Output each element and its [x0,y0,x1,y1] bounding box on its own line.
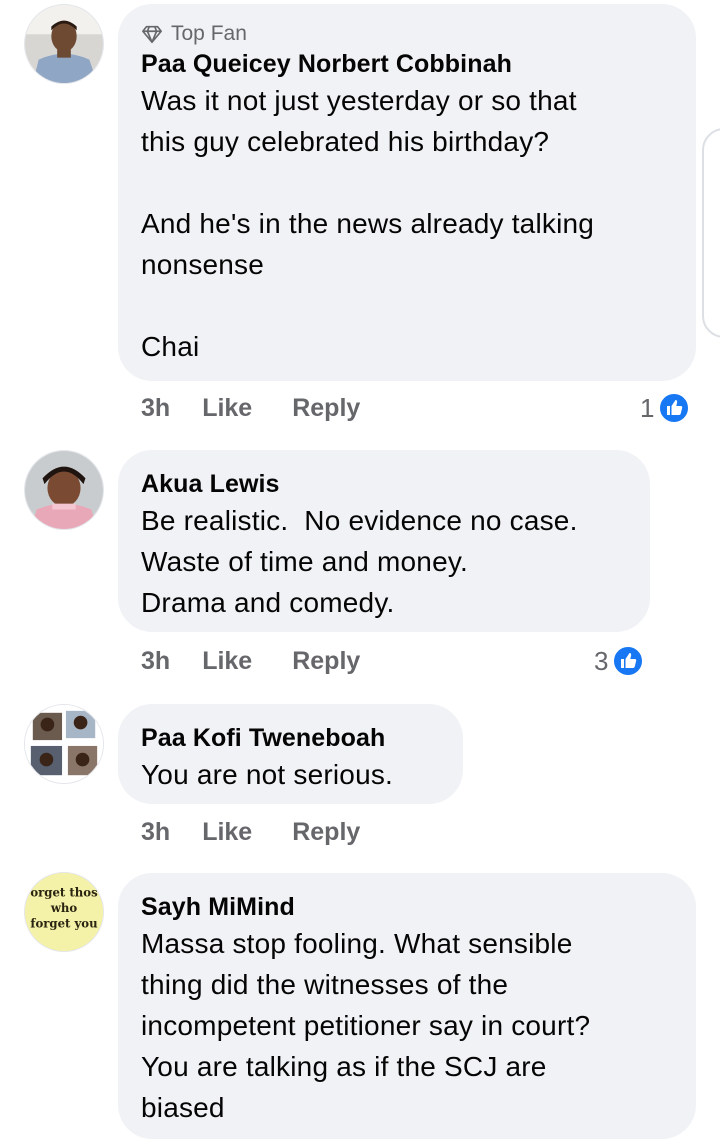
avatar-photo-icon [25,451,103,529]
comment-actions: 3h Like Reply [141,394,400,423]
reaction-count: 1 [640,392,655,423]
top-fan-diamond-icon [142,25,162,44]
reply-button[interactable]: Reply [292,818,360,847]
like-reaction-icon [612,645,645,677]
comment-text: Was it not just yesterday or so that thi… [141,85,595,362]
comment-time[interactable]: 3h [141,394,170,423]
comment-bubble: Akua Lewis Be realistic. No evidence no … [118,450,650,632]
comment-bubble: Top Fan Paa Queicey Norbert Cobbinah Was… [118,4,696,381]
avatar-paa-kofi[interactable] [24,704,104,784]
avatar-paa-queicey[interactable] [24,4,104,84]
reaction-count: 3 [594,645,609,676]
comment-author[interactable]: Paa Kofi Tweneboah [141,722,439,754]
reply-button[interactable]: Reply [292,394,360,423]
avatar-text-line-3: forget you [30,917,98,931]
like-button[interactable]: Like [202,818,252,847]
comment-bubble: Paa Kofi Tweneboah You are not serious. [118,704,463,804]
avatar-photo-icon [25,5,103,83]
reply-button[interactable]: Reply [292,647,360,676]
top-fan-badge: Top Fan [141,22,672,46]
avatar-text-line-2: who [50,901,78,915]
comment-time[interactable]: 3h [141,818,170,847]
comment-actions: 3h Like Reply [141,647,400,676]
avatar-akua-lewis[interactable] [24,450,104,530]
avatar-quote-icon: orget thos who forget you [25,873,103,951]
comment-bubble: Sayh MiMind Massa stop fooling. What sen… [118,873,696,1139]
comment-text: You are not serious. [141,759,394,790]
comment-text: Massa stop fooling. What sensible thing … [141,928,591,1123]
like-button[interactable]: Like [202,394,252,423]
reaction-summary[interactable]: 1 [640,392,691,424]
comment-text: Be realistic. No evidence no case. Waste… [141,505,578,618]
avatar-collage-icon [25,705,103,783]
comment-time[interactable]: 3h [141,647,170,676]
comment-author[interactable]: Akua Lewis [141,468,626,500]
comment-author[interactable]: Paa Queicey Norbert Cobbinah [141,48,672,80]
badge-label: Top Fan [171,22,247,45]
avatar-text-line-1: orget thos [30,885,98,899]
edge-scroll-handle[interactable] [702,128,720,338]
comment-author[interactable]: Sayh MiMind [141,891,672,923]
avatar-sayh-mimind[interactable]: orget thos who forget you [24,872,104,952]
reaction-summary[interactable]: 3 [594,645,645,677]
comment-actions: 3h Like Reply [141,818,400,847]
like-reaction-icon [658,392,691,424]
like-button[interactable]: Like [202,647,252,676]
